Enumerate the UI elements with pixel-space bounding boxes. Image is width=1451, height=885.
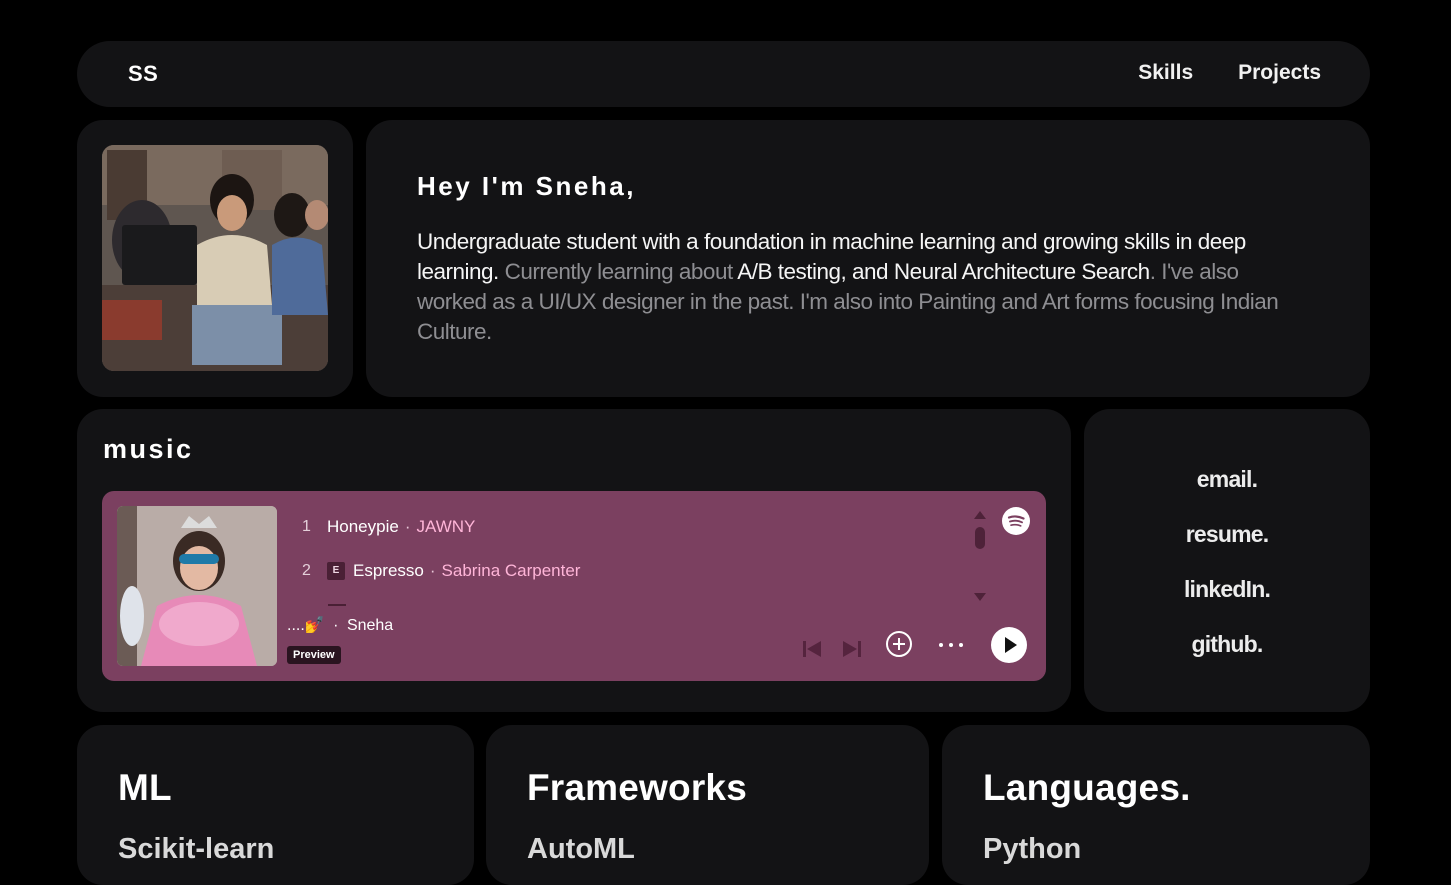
previous-track-icon[interactable] — [802, 639, 822, 659]
intro-card: Hey I'm Sneha, Undergraduate student wit… — [366, 120, 1370, 397]
nav-links: Skills Projects — [1138, 61, 1321, 85]
bio-part-2: Currently learning about — [498, 259, 738, 284]
nav-link-skills[interactable]: Skills — [1138, 61, 1193, 85]
playlist-separator: · — [333, 617, 339, 634]
track-artist[interactable]: Sabrina Carpenter — [442, 561, 581, 581]
scroll-down-arrow-icon[interactable] — [974, 593, 986, 601]
profile-photo-card — [77, 120, 353, 397]
track-separator: · — [404, 517, 411, 536]
nav-link-projects[interactable]: Projects — [1238, 61, 1321, 85]
playlist-owner[interactable]: Sneha — [347, 617, 393, 634]
skill-card-languages: Languages. Python — [942, 725, 1370, 885]
scrollbar-thumb[interactable] — [975, 527, 985, 549]
playlist-name[interactable]: ....💅 — [287, 617, 325, 634]
track-row-2[interactable]: 2 E Espresso · Sabrina Carpenter — [302, 561, 580, 581]
skill-item: Python — [983, 833, 1082, 865]
playlist-cover-image[interactable] — [117, 506, 277, 666]
intro-heading: Hey I'm Sneha, — [417, 171, 636, 201]
track-artist[interactable]: JAWNY — [417, 517, 476, 537]
track-divider — [328, 604, 346, 606]
spotify-embed-player: 1 Honeypie · JAWNY 2 E Espresso · Sabrin… — [102, 491, 1046, 681]
top-nav: SS Skills Projects — [77, 41, 1370, 107]
site-logo[interactable]: SS — [128, 61, 158, 87]
profile-photo — [102, 145, 328, 371]
skill-card-title: Frameworks — [527, 767, 747, 808]
contact-links: email. resume. linkedIn. github. — [1084, 464, 1370, 684]
next-track-icon[interactable] — [842, 639, 862, 659]
playlist-info: ....💅 · Sneha — [287, 615, 393, 635]
track-row-1[interactable]: 1 Honeypie · JAWNY — [302, 517, 475, 537]
track-number: 2 — [302, 562, 311, 579]
spotify-logo-icon[interactable] — [1002, 507, 1030, 535]
skill-card-frameworks: Frameworks AutoML — [486, 725, 929, 885]
email-link[interactable]: email. — [1084, 464, 1370, 519]
tracklist-scrollbar[interactable] — [974, 511, 988, 603]
explicit-badge: E — [327, 562, 345, 580]
add-to-library-icon[interactable] — [884, 629, 914, 659]
track-separator: · — [429, 561, 436, 580]
track-title: Honeypie — [327, 517, 399, 536]
resume-link[interactable]: resume. — [1084, 519, 1370, 574]
music-heading: music — [103, 434, 194, 464]
skill-card-title: ML — [118, 767, 172, 808]
scroll-up-arrow-icon[interactable] — [974, 511, 986, 519]
skill-card-title: Languages. — [983, 767, 1191, 808]
preview-badge: Preview — [287, 646, 341, 664]
linkedin-link[interactable]: linkedIn. — [1084, 574, 1370, 629]
skill-item: AutoML — [527, 833, 635, 865]
track-number: 1 — [302, 518, 311, 535]
skill-card-ml: ML Scikit-learn — [77, 725, 474, 885]
skill-item: Scikit-learn — [118, 833, 275, 865]
bio-part-3: A/B testing, and Neural Architecture Sea… — [737, 259, 1150, 284]
github-link[interactable]: github. — [1084, 629, 1370, 684]
contact-links-card: email. resume. linkedIn. github. — [1084, 409, 1370, 712]
more-options-icon[interactable] — [937, 637, 965, 653]
track-title: Espresso — [353, 561, 424, 580]
music-card: music 1 Honeypie · JAWNY 2 E Espresso · … — [77, 409, 1071, 712]
intro-bio: Undergraduate student with a foundation … — [417, 227, 1307, 347]
play-button-icon[interactable] — [990, 626, 1028, 664]
